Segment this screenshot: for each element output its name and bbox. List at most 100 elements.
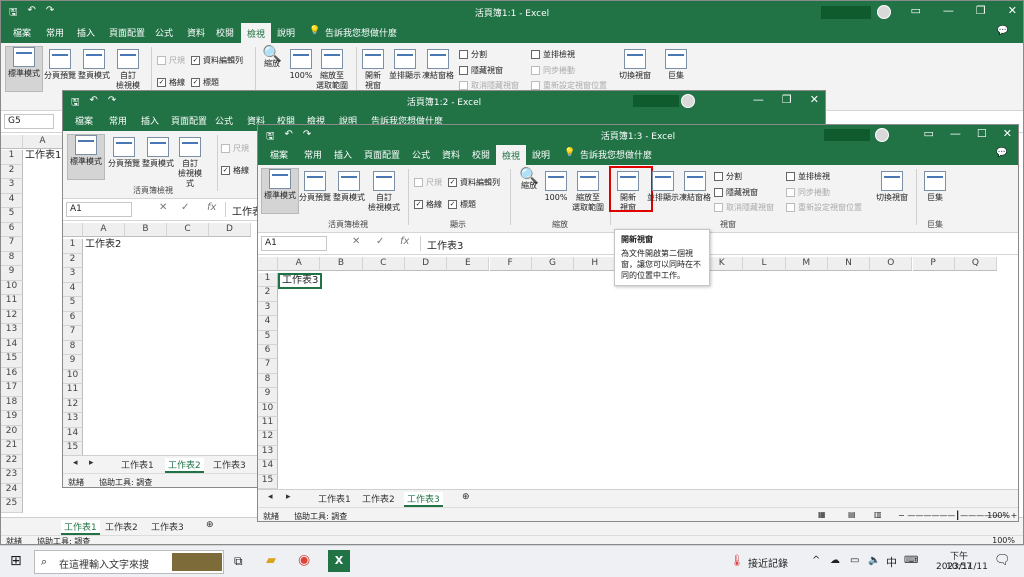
gridlines-checkbox[interactable]: ✓ 格線 [414, 199, 442, 210]
column-header[interactable]: P [912, 257, 955, 271]
tell-me-search[interactable]: 告訴我您想做什麼 [325, 26, 397, 39]
row-header[interactable]: 8 [63, 340, 83, 355]
column-header[interactable]: G [531, 257, 575, 271]
row-header[interactable]: 5 [63, 297, 83, 312]
row-header[interactable]: 13 [1, 324, 23, 339]
minimize-icon[interactable]: — [950, 127, 961, 140]
column-header[interactable]: N [827, 257, 871, 271]
tray-chevron-icon[interactable]: ^ [812, 555, 820, 566]
hide-window-option[interactable]: 隱藏視窗 [459, 65, 503, 76]
row-header[interactable]: 9 [63, 355, 83, 370]
tab-help[interactable]: 說明 [277, 26, 295, 39]
hide-window-option[interactable]: 隱藏視窗 [714, 187, 758, 198]
formula-input[interactable]: 工作表3 [420, 236, 1010, 252]
freeze-panes-button[interactable]: 凍結窗格 [421, 49, 455, 81]
row-header[interactable]: 12 [63, 398, 83, 413]
close-icon[interactable]: ✕ [810, 93, 819, 106]
row-header[interactable]: 14 [258, 460, 278, 475]
minimize-icon[interactable]: — [943, 4, 954, 17]
row-header[interactable]: 10 [1, 280, 23, 295]
tell-me-search[interactable]: 告訴我您想做什麼 [580, 148, 652, 161]
enter-icon[interactable]: ✓ [376, 236, 384, 247]
tab-file[interactable]: 檔案 [13, 26, 31, 39]
row-header[interactable]: 2 [258, 287, 278, 302]
cancel-icon[interactable]: ✕ [352, 236, 360, 247]
avatar[interactable] [681, 94, 695, 108]
row-header[interactable]: 6 [1, 222, 23, 237]
column-header[interactable]: A [23, 135, 63, 149]
gridlines-checkbox[interactable]: ✓ 格線 [157, 77, 185, 88]
select-all-corner[interactable] [63, 223, 83, 237]
cell-a1[interactable]: 工作表3 [278, 273, 322, 289]
view-side-by-side-option[interactable]: 並排檢視 [786, 171, 830, 182]
row-header[interactable]: 1 [1, 150, 23, 165]
sheet-tab-3[interactable]: 工作表3 [213, 458, 246, 471]
row-header[interactable]: 1 [258, 273, 278, 288]
row-header[interactable]: 14 [63, 427, 83, 442]
row-header[interactable]: 2 [1, 164, 23, 179]
column-header[interactable]: A [83, 223, 125, 237]
formula-bar-checkbox[interactable]: ✓ 資料編輯列 [191, 55, 243, 66]
sheet-tab-1[interactable]: 工作表1 [121, 458, 154, 471]
zoom-to-selection-button[interactable]: 縮放至 選取範圍 [315, 49, 349, 91]
close-icon[interactable]: ✕ [1003, 127, 1012, 140]
normal-view-button[interactable]: 標準模式 [261, 168, 299, 214]
column-header[interactable]: D [209, 223, 251, 237]
row-header[interactable]: 4 [63, 282, 83, 297]
ruler-checkbox[interactable]: 尺規 [414, 177, 442, 188]
zoom-100-button[interactable]: 100% [287, 49, 315, 81]
row-header[interactable]: 3 [1, 179, 23, 194]
split-option[interactable]: 分割 [714, 171, 742, 182]
column-header[interactable]: A [278, 257, 321, 271]
column-header[interactable]: E [447, 257, 490, 271]
cancel-icon[interactable]: ✕ [159, 202, 167, 213]
restore-icon[interactable]: ❐ [782, 93, 792, 106]
sheet-scroll-left-icon[interactable]: ◂ [73, 458, 78, 468]
switch-windows-button[interactable]: 切換視窗 [615, 49, 655, 81]
name-box[interactable]: A1 [66, 202, 132, 217]
task-view-icon[interactable]: ⧉ [234, 554, 243, 569]
tab-insert[interactable]: 插入 [141, 114, 159, 127]
comments-icon[interactable]: 💬 [996, 148, 1007, 158]
row-header[interactable]: 9 [1, 266, 23, 281]
column-header[interactable]: Q [954, 257, 998, 271]
tab-page-layout[interactable]: 頁面配置 [171, 114, 207, 127]
avatar[interactable] [877, 5, 891, 19]
arrange-all-button[interactable]: 並排顯示 [646, 171, 680, 203]
tab-home[interactable]: 常用 [304, 148, 322, 161]
windows-start-icon[interactable]: ⊞ [10, 553, 22, 569]
sheet-tab-3[interactable]: 工作表3 [151, 520, 184, 533]
row-header[interactable]: 11 [1, 295, 23, 310]
close-icon[interactable]: ✕ [1008, 4, 1017, 17]
sheet-scroll-right-icon[interactable]: ▸ [286, 492, 291, 502]
column-header[interactable]: H [574, 257, 617, 271]
sheet-tab-2[interactable]: 工作表2 [105, 520, 138, 533]
headings-checkbox[interactable]: ✓ 標題 [191, 77, 219, 88]
sheet-scroll-right-icon[interactable]: ▸ [89, 458, 94, 468]
insert-function-icon[interactable]: fx [207, 202, 216, 213]
row-header[interactable]: 4 [1, 193, 23, 208]
tab-insert[interactable]: 插入 [77, 26, 95, 39]
clock-date[interactable]: 2023/11/11 [936, 562, 988, 572]
ruler-checkbox[interactable]: 尺規 [221, 143, 249, 154]
normal-view-button[interactable]: 標準模式 [67, 134, 105, 180]
network-icon[interactable]: ▭ [850, 555, 859, 566]
macros-button[interactable]: 巨集 [661, 49, 691, 81]
tab-review[interactable]: 校閱 [216, 26, 234, 39]
cell-a1[interactable]: 工作表1 [23, 150, 63, 164]
accessibility-status[interactable]: 協助工具: 調查 [99, 477, 152, 487]
split-option[interactable]: 分割 [459, 49, 487, 60]
row-header[interactable]: 18 [1, 396, 23, 411]
row-header[interactable]: 7 [1, 237, 23, 252]
view-side-by-side-option[interactable]: 並排檢視 [531, 49, 575, 60]
tab-home[interactable]: 常用 [109, 114, 127, 127]
page-layout-button[interactable]: 整頁模式 [141, 137, 175, 169]
select-all-corner[interactable] [258, 257, 278, 271]
arrange-all-button[interactable]: 並排顯示 [387, 49, 423, 81]
sheet-scroll-left-icon[interactable]: ◂ [268, 492, 273, 502]
row-header[interactable]: 24 [1, 483, 23, 498]
row-header[interactable]: 11 [63, 384, 83, 399]
row-header[interactable]: 8 [1, 251, 23, 266]
row-header[interactable]: 13 [63, 413, 83, 428]
row-header[interactable]: 23 [1, 469, 23, 484]
